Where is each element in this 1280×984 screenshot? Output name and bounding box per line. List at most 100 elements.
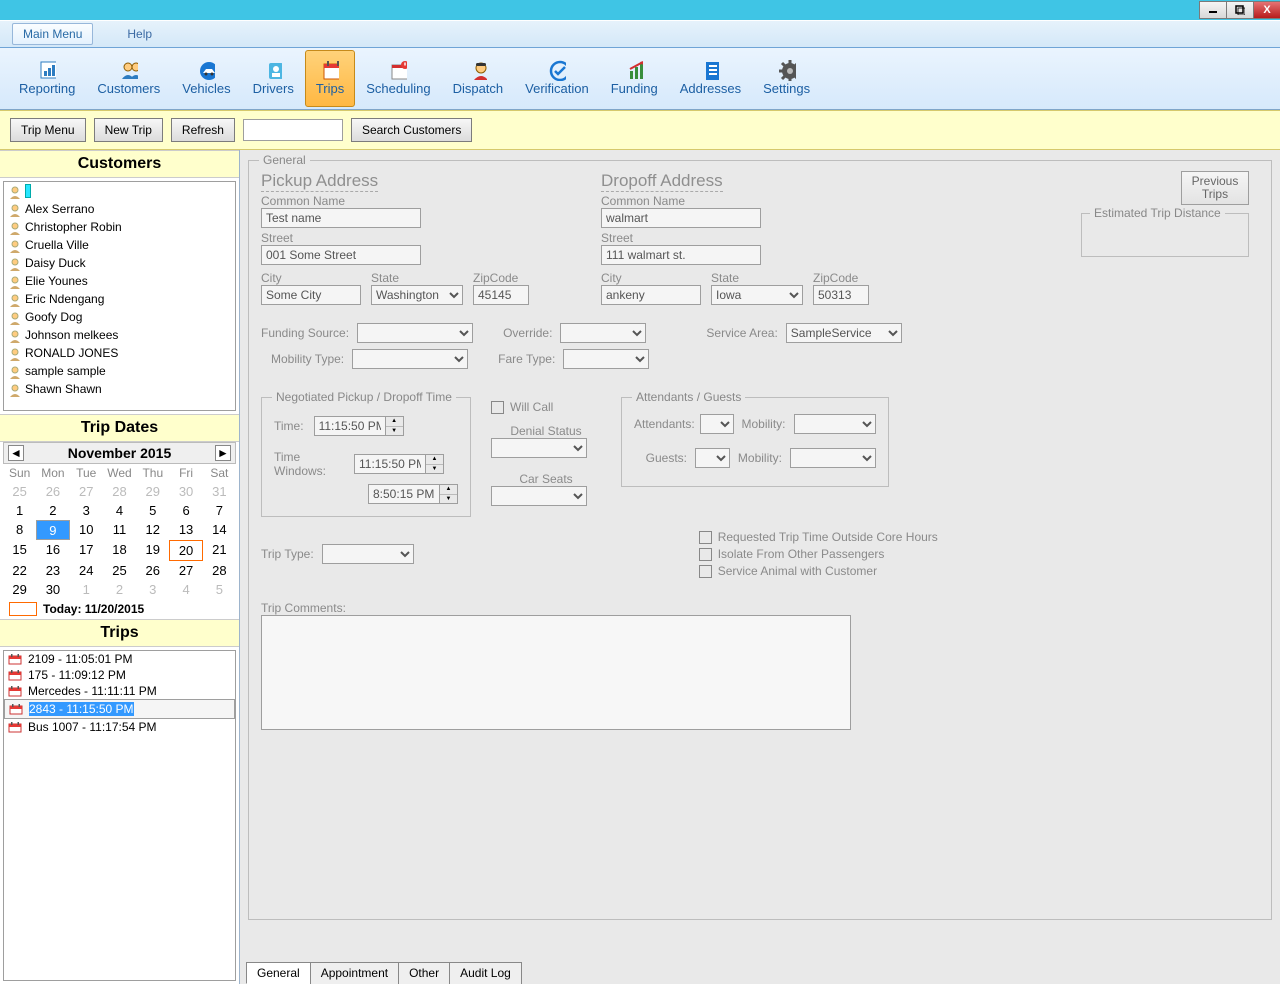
dropoff-city-input[interactable] xyxy=(601,285,701,305)
refresh-button[interactable]: Refresh xyxy=(171,118,235,142)
calendar-day[interactable]: 29 xyxy=(136,482,169,501)
calendar-day[interactable]: 30 xyxy=(36,580,69,599)
customer-item[interactable]: RONALD JONES xyxy=(4,344,235,362)
minimize-button[interactable] xyxy=(1199,1,1227,19)
calendar-day[interactable]: 25 xyxy=(103,561,136,580)
attendants-count-select[interactable] xyxy=(700,414,734,434)
service-animal-checkbox[interactable]: Service Animal with Customer xyxy=(699,564,938,578)
close-button[interactable]: X xyxy=(1253,1,1280,19)
calendar-day[interactable]: 24 xyxy=(70,561,103,580)
time-window-end-input[interactable]: ▲▼ xyxy=(368,484,458,504)
calendar-day[interactable]: 11 xyxy=(103,520,136,540)
calendar-day[interactable]: 5 xyxy=(136,501,169,520)
customer-item[interactable]: Eric Ndengang xyxy=(4,290,235,308)
calendar-day[interactable]: 26 xyxy=(36,482,69,501)
calendar-day[interactable]: 29 xyxy=(3,580,36,599)
calendar-day[interactable]: 9 xyxy=(36,520,69,540)
calendar-day[interactable]: 27 xyxy=(70,482,103,501)
time-input[interactable]: ▲▼ xyxy=(314,416,404,436)
calendar-day[interactable]: 4 xyxy=(103,501,136,520)
calendar-day[interactable]: 12 xyxy=(136,520,169,540)
calendar-day[interactable]: 4 xyxy=(169,580,202,599)
dropoff-street-input[interactable] xyxy=(601,245,761,265)
attendants-mobility-select[interactable] xyxy=(794,414,876,434)
calendar-day[interactable]: 26 xyxy=(136,561,169,580)
customer-item[interactable]: Goofy Dog xyxy=(4,308,235,326)
search-customers-button[interactable]: Search Customers xyxy=(351,118,472,142)
customer-item[interactable]: Christopher Robin xyxy=(4,218,235,236)
trip-item[interactable]: 2843 - 11:15:50 PM xyxy=(4,699,235,719)
trip-item[interactable]: 175 - 11:09:12 PM xyxy=(4,667,235,683)
customer-item[interactable]: Elie Younes xyxy=(4,272,235,290)
calendar-today-row[interactable]: Today: 11/20/2015 xyxy=(3,599,236,619)
tool-trips[interactable]: Trips xyxy=(305,50,355,107)
customer-item[interactable]: Alex Serrano xyxy=(4,200,235,218)
new-trip-button[interactable]: New Trip xyxy=(94,118,163,142)
search-input[interactable] xyxy=(243,119,343,141)
tab-general[interactable]: General xyxy=(246,962,311,984)
time-window-start-input[interactable]: ▲▼ xyxy=(354,454,444,474)
calendar-day[interactable]: 13 xyxy=(169,520,202,540)
tab-other[interactable]: Other xyxy=(398,962,450,984)
customer-item[interactable]: Johnson melkees xyxy=(4,326,235,344)
customer-item[interactable]: sample sample xyxy=(4,362,235,380)
tool-funding[interactable]: Funding xyxy=(600,50,669,107)
tool-scheduling[interactable]: Scheduling xyxy=(355,50,441,107)
tab-audit-log[interactable]: Audit Log xyxy=(449,962,522,984)
dropoff-state-select[interactable]: Iowa xyxy=(711,285,803,305)
calendar-day[interactable]: 3 xyxy=(136,580,169,599)
tool-dispatch[interactable]: Dispatch xyxy=(442,50,515,107)
requested-outside-checkbox[interactable]: Requested Trip Time Outside Core Hours xyxy=(699,530,938,544)
trip-item[interactable]: Bus 1007 - 11:17:54 PM xyxy=(4,719,235,735)
calendar-day[interactable]: 19 xyxy=(136,540,169,561)
pickup-zip-input[interactable] xyxy=(473,285,529,305)
pickup-city-input[interactable] xyxy=(261,285,361,305)
calendar-day[interactable]: 2 xyxy=(103,580,136,599)
calendar-prev-button[interactable]: ◄ xyxy=(8,445,24,461)
previous-trips-button[interactable]: Previous Trips xyxy=(1181,171,1249,205)
calendar-day[interactable]: 3 xyxy=(70,501,103,520)
calendar-day[interactable]: 1 xyxy=(70,580,103,599)
tool-addresses[interactable]: Addresses xyxy=(669,50,752,107)
calendar-day[interactable]: 30 xyxy=(169,482,202,501)
customer-item[interactable]: Daisy Duck xyxy=(4,254,235,272)
customer-item[interactable]: Cruella Ville xyxy=(4,236,235,254)
menu-main[interactable]: Main Menu xyxy=(12,23,93,45)
tool-customers[interactable]: Customers xyxy=(86,50,171,107)
override-select[interactable] xyxy=(560,323,646,343)
customer-item[interactable] xyxy=(4,182,235,200)
calendar-day[interactable]: 20 xyxy=(169,540,202,561)
tool-settings[interactable]: Settings xyxy=(752,50,821,107)
tool-reporting[interactable]: Reporting xyxy=(8,50,86,107)
pickup-common-name-input[interactable] xyxy=(261,208,421,228)
calendar-day[interactable]: 5 xyxy=(203,580,236,599)
calendar-day[interactable]: 1 xyxy=(3,501,36,520)
trip-comments-textarea[interactable] xyxy=(261,615,851,730)
isolate-checkbox[interactable]: Isolate From Other Passengers xyxy=(699,547,938,561)
calendar-day[interactable]: 31 xyxy=(203,482,236,501)
maximize-button[interactable] xyxy=(1226,1,1254,19)
calendar-day[interactable]: 2 xyxy=(36,501,69,520)
tool-drivers[interactable]: Drivers xyxy=(242,50,305,107)
trip-type-select[interactable] xyxy=(322,544,414,564)
tool-verification[interactable]: Verification xyxy=(514,50,600,107)
calendar-day[interactable]: 17 xyxy=(70,540,103,561)
denial-status-select[interactable] xyxy=(491,438,587,458)
service-area-select[interactable]: SampleService xyxy=(786,323,902,343)
calendar-day[interactable]: 15 xyxy=(3,540,36,561)
calendar-next-button[interactable]: ► xyxy=(215,445,231,461)
dropoff-common-name-input[interactable] xyxy=(601,208,761,228)
customers-list[interactable]: Alex SerranoChristopher RobinCruella Vil… xyxy=(3,181,236,411)
calendar-day[interactable]: 21 xyxy=(203,540,236,561)
guests-mobility-select[interactable] xyxy=(790,448,876,468)
trip-item[interactable]: 2109 - 11:05:01 PM xyxy=(4,651,235,667)
calendar-day[interactable]: 6 xyxy=(169,501,202,520)
dropoff-zip-input[interactable] xyxy=(813,285,869,305)
menu-help[interactable]: Help xyxy=(121,24,158,44)
calendar-day[interactable]: 28 xyxy=(203,561,236,580)
calendar-day[interactable]: 10 xyxy=(70,520,103,540)
calendar-day[interactable]: 7 xyxy=(203,501,236,520)
calendar-day[interactable]: 18 xyxy=(103,540,136,561)
trip-menu-button[interactable]: Trip Menu xyxy=(10,118,86,142)
funding-source-select[interactable] xyxy=(357,323,473,343)
